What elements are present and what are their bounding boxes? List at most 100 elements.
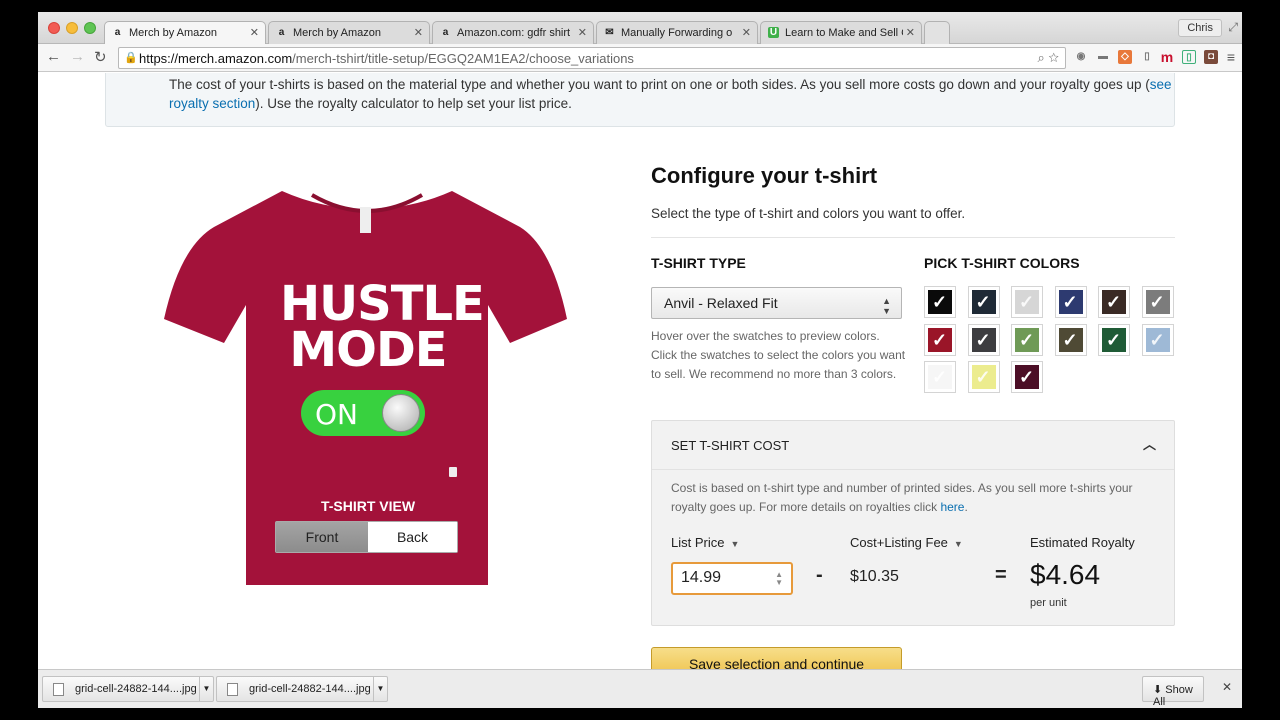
url-path: /merch-tshirt/title-setup/EGGQ2AM1EA2/ch… (292, 51, 634, 66)
close-tab-icon[interactable]: ✕ (578, 26, 587, 39)
mail-favicon-icon: ✉ (605, 27, 614, 38)
download-item[interactable]: grid-cell-24882-144....jpg ▼ (216, 676, 388, 702)
color-swatch[interactable]: ✓ (924, 286, 956, 318)
color-swatch[interactable]: ✓ (967, 361, 1000, 393)
zoom-and-bookmark-icons[interactable]: ⌕ ☆ (1038, 50, 1060, 66)
close-tab-icon[interactable]: ✕ (906, 26, 915, 39)
profile-button[interactable]: Chris (1178, 19, 1222, 37)
divider (652, 469, 1174, 470)
new-tab-button[interactable] (924, 21, 950, 44)
extension-camera-icon[interactable]: ▬ (1096, 50, 1110, 64)
color-swatch[interactable]: ✓ (1011, 323, 1043, 356)
collapse-chevron-icon[interactable]: ︿ (1143, 434, 1156, 453)
select-arrows-icon: ▲ ▼ (882, 296, 891, 316)
color-swatch[interactable]: ✓ (1098, 323, 1130, 356)
close-window-button[interactable] (48, 22, 60, 34)
extension-green-icon[interactable]: ▯ (1182, 50, 1196, 64)
fee-value: $10.35 (850, 568, 899, 585)
address-bar[interactable]: 🔒 https://merch.amazon.com/merch-tshirt/… (118, 47, 1066, 69)
color-swatch[interactable]: ✓ (1098, 286, 1130, 318)
color-swatch[interactable]: ✓ (967, 286, 1000, 318)
swatch-fill: ✓ (1015, 365, 1039, 389)
view-toggle-group: Front Back (275, 521, 458, 553)
color-swatch[interactable]: ✓ (924, 323, 956, 356)
list-price-input[interactable]: 14.99 ▲ ▼ (671, 562, 793, 595)
stepper-arrows-icon[interactable]: ▲ ▼ (775, 571, 783, 587)
print-toggle-graphic: ON (301, 390, 425, 436)
per-unit-label: per unit (1030, 597, 1067, 609)
extension-instagram-icon[interactable]: ◘ (1204, 50, 1218, 64)
cost-desc-end: . (964, 500, 968, 514)
reload-icon[interactable]: ↻ (94, 48, 107, 66)
tab-learn[interactable]: U Learn to Make and Sell Cu ✕ (760, 21, 922, 44)
extension-pin-icon[interactable]: ◉ (1074, 50, 1088, 64)
fee-label[interactable]: Cost+Listing Fee ▼ (850, 535, 963, 550)
forward-arrow-icon[interactable]: → (70, 48, 85, 65)
tshirt-preview: HUSTLE MODE ON T-SHIRT VIEW Front Back (162, 187, 572, 587)
close-tab-icon[interactable]: ✕ (742, 26, 751, 39)
lock-icon: 🔒 (124, 52, 138, 64)
color-swatch[interactable]: ✓ (1141, 323, 1174, 356)
color-swatch[interactable]: ✓ (967, 323, 1000, 356)
extension-orange-icon[interactable]: ◇ (1118, 50, 1132, 64)
back-arrow-icon[interactable]: ← (46, 48, 61, 65)
amazon-favicon-icon: a (114, 27, 121, 38)
menu-hamburger-icon[interactable]: ≡ (1224, 50, 1238, 64)
swatch-fill: ✓ (1058, 290, 1083, 314)
download-item[interactable]: grid-cell-24882-144....jpg ▼ (42, 676, 214, 702)
tab-merch-2[interactable]: a Merch by Amazon ✕ (268, 21, 430, 44)
equals-sign: = (995, 564, 1007, 586)
save-continue-button[interactable]: Save selection and continue (651, 647, 902, 669)
extension-doc-icon[interactable]: ▯ (1140, 50, 1154, 64)
minimize-window-button[interactable] (66, 22, 78, 34)
tab-amazon-search[interactable]: a Amazon.com: gdfr shirt ✕ (432, 21, 594, 44)
swatch-fill: ✓ (1015, 327, 1039, 352)
color-swatch[interactable]: ✓ (1141, 286, 1174, 318)
close-tab-icon[interactable]: ✕ (250, 26, 259, 39)
swatch-fill: ✓ (928, 327, 952, 352)
color-swatch[interactable]: ✓ (1054, 323, 1087, 356)
file-icon (53, 683, 64, 696)
checkmark-icon: ✓ (975, 367, 991, 387)
extension-m-icon[interactable]: m (1160, 50, 1174, 64)
royalty-details-link[interactable]: here (940, 500, 964, 514)
royalty-label: Estimated Royalty (1030, 535, 1135, 550)
divider (651, 237, 1175, 238)
front-view-button[interactable]: Front (276, 522, 368, 552)
download-menu-caret-icon[interactable]: ▼ (199, 677, 213, 701)
swatch-fill: ✓ (928, 365, 952, 389)
close-download-bar-icon[interactable]: ✕ (1222, 680, 1232, 694)
tshirt-type-label: T-SHIRT TYPE (651, 255, 746, 271)
print-line-2: MODE (289, 322, 447, 378)
dropdown-caret-icon: ▼ (730, 539, 740, 549)
swatch-fill: ✓ (1102, 327, 1126, 352)
download-bar: grid-cell-24882-144....jpg ▼ grid-cell-2… (38, 669, 1242, 708)
list-price-label[interactable]: List Price ▼ (671, 535, 739, 550)
configure-panel: Configure your t-shirt Select the type o… (651, 73, 1175, 669)
zoom-window-button[interactable] (84, 22, 96, 34)
back-view-button[interactable]: Back (368, 522, 457, 552)
color-swatch[interactable]: ✓ (924, 361, 956, 393)
swatch-fill: ✓ (1102, 290, 1126, 314)
download-menu-caret-icon[interactable]: ▼ (373, 677, 387, 701)
tab-merch-1[interactable]: a Merch by Amazon ✕ (104, 21, 266, 45)
notice-text-end: ). Use the royalty calculator to help se… (255, 96, 572, 111)
tshirt-type-select[interactable]: Anvil - Relaxed Fit ▲ ▼ (651, 287, 902, 319)
fullscreen-icon[interactable]: ⤢ (1228, 20, 1238, 35)
file-icon (227, 683, 238, 696)
close-tab-icon[interactable]: ✕ (414, 26, 423, 39)
trash-icon[interactable] (449, 467, 457, 477)
checkmark-icon: ✓ (932, 367, 948, 387)
tab-title: Manually Forwarding or M (621, 27, 733, 39)
tab-forwarding[interactable]: ✉ Manually Forwarding or M ✕ (596, 21, 758, 44)
page-title: Configure your t-shirt (651, 163, 878, 188)
color-swatch[interactable]: ✓ (1054, 286, 1087, 318)
checkmark-icon: ✓ (975, 329, 991, 350)
tab-title: Learn to Make and Sell Cu (785, 27, 903, 39)
color-swatch[interactable]: ✓ (1011, 286, 1043, 318)
show-all-downloads-button[interactable]: ⬇ Show All (1142, 676, 1204, 708)
udemy-favicon-icon: U (768, 27, 779, 38)
color-swatch[interactable]: ✓ (1011, 361, 1043, 393)
swatch-fill: ✓ (971, 365, 996, 389)
swatch-fill: ✓ (971, 327, 996, 352)
